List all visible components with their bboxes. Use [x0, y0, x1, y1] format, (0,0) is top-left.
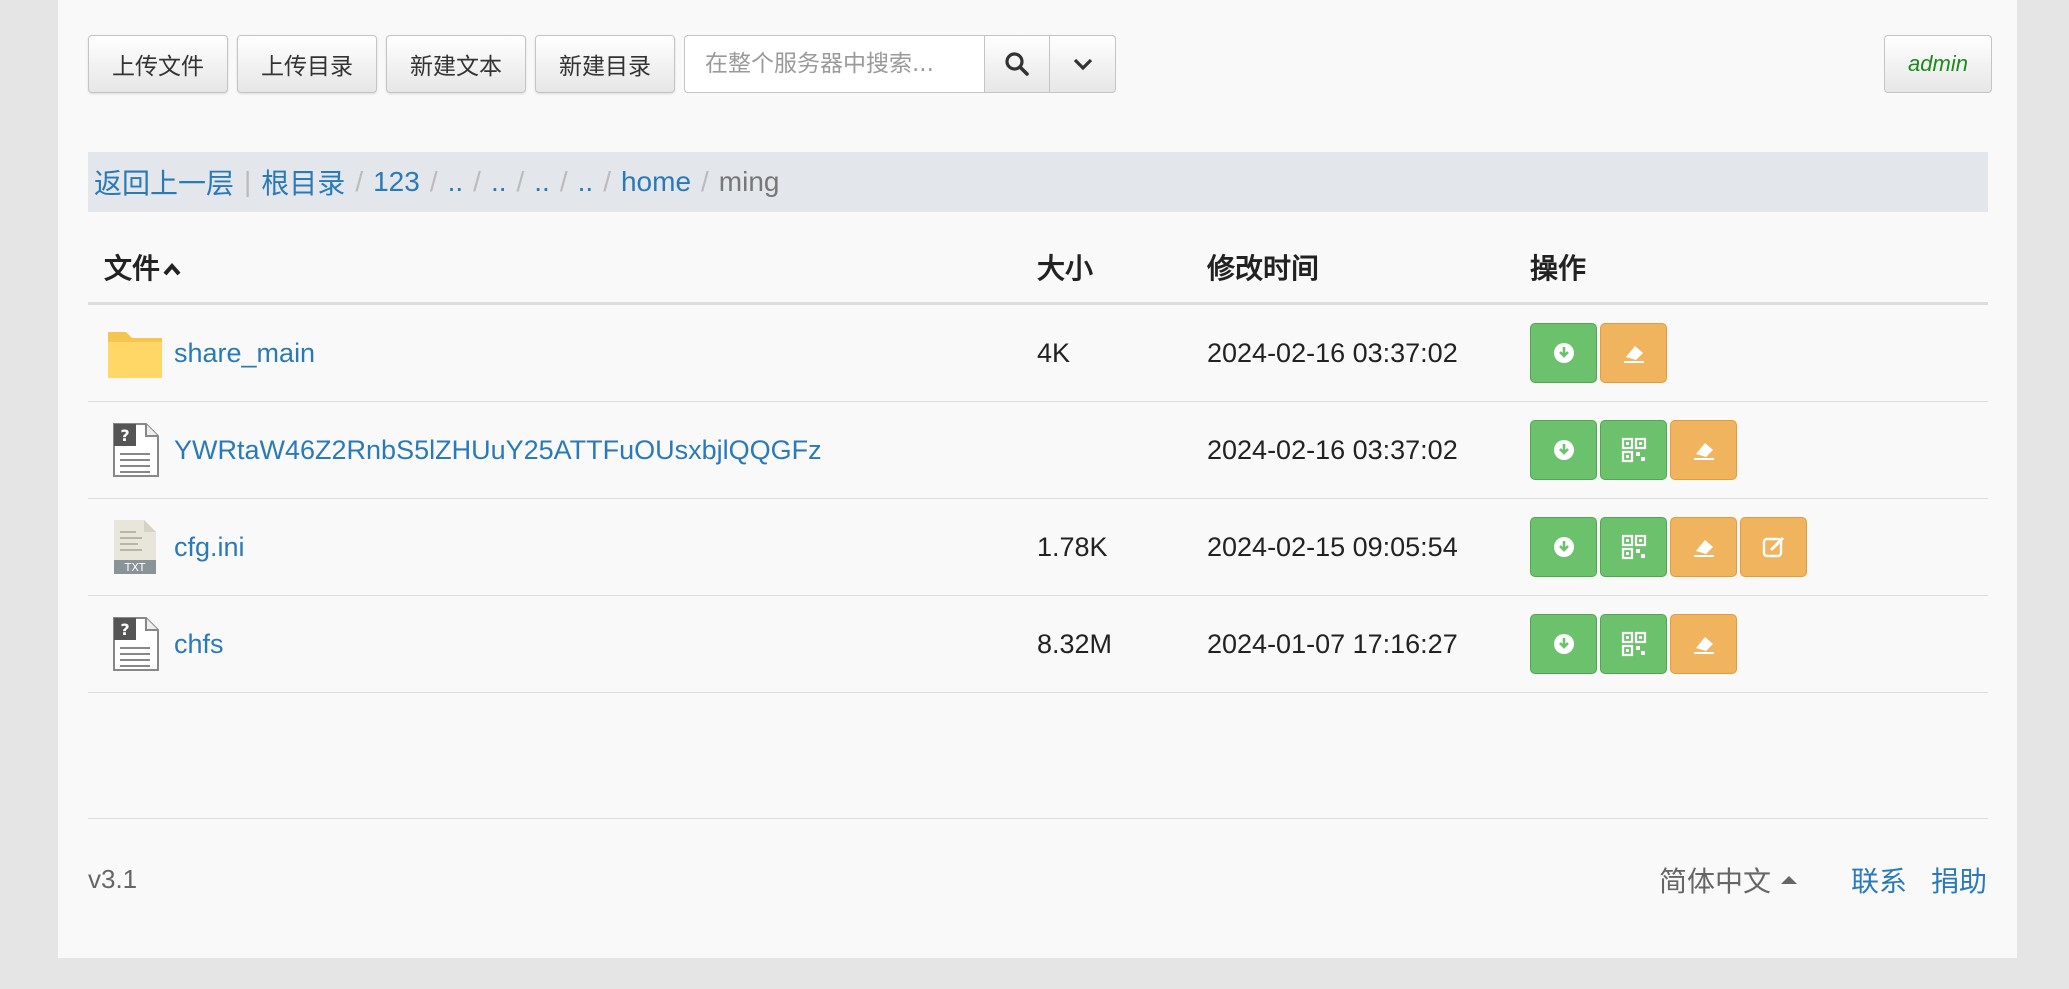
file-size: [1037, 401, 1207, 499]
breadcrumb-pipe: |: [244, 166, 252, 197]
chevron-down-icon: [1073, 58, 1092, 71]
breadcrumb-root-link[interactable]: 根目录: [261, 162, 345, 202]
table-row: ? YWRtaW46Z2RnbS5lZHUuY25ATTFuOUsxbjlQQG…: [88, 401, 1988, 499]
file-mtime: 2024-02-16 03:37:02: [1207, 303, 1530, 402]
language-selector[interactable]: 简体中文: [1659, 860, 1771, 900]
eraser-icon: [1693, 637, 1714, 654]
delete-button[interactable]: [1670, 614, 1737, 674]
download-icon: [1553, 343, 1574, 363]
breadcrumb-current: ming: [718, 166, 780, 197]
file-mtime: 2024-02-15 09:05:54: [1207, 498, 1530, 596]
qrcode-button[interactable]: [1600, 517, 1667, 577]
search-group: [684, 35, 1116, 93]
table-header-row: 文件 大小 修改时间 操作: [88, 232, 1988, 305]
download-icon: [1553, 537, 1574, 557]
column-header-mtime[interactable]: 修改时间: [1207, 232, 1530, 305]
breadcrumb-item-parent[interactable]: ..: [491, 166, 507, 198]
qrcode-icon: [1621, 631, 1646, 657]
main-panel: 上传文件 上传目录 新建文本 新建目录 admin 返回上一层 | 根目录 / …: [58, 0, 2017, 958]
file-mtime: 2024-01-07 17:16:27: [1207, 595, 1530, 693]
breadcrumb-item-parent[interactable]: ..: [578, 166, 594, 198]
column-header-name-label: 文件: [104, 252, 161, 285]
file-name-link[interactable]: share_main: [174, 338, 315, 369]
qrcode-icon: [1621, 534, 1646, 560]
breadcrumb-item-parent[interactable]: ..: [534, 166, 550, 198]
edit-icon: [1762, 536, 1784, 558]
download-button[interactable]: [1530, 323, 1597, 383]
breadcrumb-separator: /: [559, 166, 568, 197]
user-button[interactable]: admin: [1884, 35, 1992, 93]
svg-text:TXT: TXT: [124, 561, 146, 574]
breadcrumb-separator: /: [429, 166, 438, 197]
breadcrumb-separator: /: [603, 166, 611, 197]
download-button[interactable]: [1530, 420, 1597, 480]
column-header-size[interactable]: 大小: [1037, 232, 1207, 305]
table-row: share_main 4K 2024-02-16 03:37:02: [88, 303, 1988, 402]
column-header-ops: 操作: [1530, 232, 1988, 305]
table-row: ? chfs 8.32M 2024-01-07 17:16:27: [88, 595, 1988, 693]
eraser-icon: [1693, 443, 1714, 460]
sort-ascending-icon: [163, 262, 181, 276]
breadcrumb-separator: /: [516, 166, 525, 197]
breadcrumb: 返回上一层 | 根目录 / 123 / .. / .. / .. / .. / …: [88, 152, 1988, 212]
file-size: 8.32M: [1037, 595, 1207, 693]
search-options-dropdown[interactable]: [1050, 35, 1116, 93]
file-name-link[interactable]: YWRtaW46Z2RnbS5lZHUuY25ATTFuOUsxbjlQQGFz: [174, 435, 822, 466]
svg-text:?: ?: [120, 426, 129, 445]
edit-button[interactable]: [1740, 517, 1807, 577]
donate-link[interactable]: 捐助: [1931, 860, 1987, 900]
txt-file-icon: TXT: [106, 518, 164, 576]
version-label: v3.1: [88, 864, 138, 894]
footer-links: 简体中文 联系 捐助: [1659, 860, 1987, 900]
footer-divider: [88, 818, 1988, 819]
eraser-icon: [1623, 346, 1644, 363]
unknown-file-icon: ?: [106, 421, 164, 479]
svg-text:?: ?: [120, 620, 129, 639]
download-button[interactable]: [1530, 614, 1597, 674]
contact-link[interactable]: 联系: [1851, 860, 1907, 900]
unknown-file-icon: ?: [106, 615, 164, 673]
upload-directory-button[interactable]: 上传目录: [237, 35, 377, 93]
qrcode-button[interactable]: [1600, 420, 1667, 480]
delete-button[interactable]: [1670, 517, 1737, 577]
upload-file-button[interactable]: 上传文件: [88, 35, 228, 93]
search-button[interactable]: [984, 35, 1050, 93]
column-header-name[interactable]: 文件: [88, 232, 1037, 305]
table-row: TXT cfg.ini 1.78K 2024-02-15 09:05:54: [88, 498, 1988, 596]
delete-button[interactable]: [1600, 323, 1667, 383]
eraser-icon: [1693, 540, 1714, 557]
file-name-link[interactable]: chfs: [174, 629, 224, 660]
toolbar: 上传文件 上传目录 新建文本 新建目录: [88, 35, 1116, 93]
qrcode-icon: [1621, 437, 1646, 463]
qrcode-button[interactable]: [1600, 614, 1667, 674]
download-icon: [1553, 440, 1574, 460]
search-input[interactable]: [684, 35, 984, 93]
breadcrumb-item-home[interactable]: home: [621, 166, 691, 198]
file-table: 文件 大小 修改时间 操作 share_main 4K 2024-02-16 0…: [88, 232, 1988, 693]
file-name-link[interactable]: cfg.ini: [174, 532, 245, 563]
new-text-button[interactable]: 新建文本: [386, 35, 526, 93]
breadcrumb-item-parent[interactable]: ..: [448, 166, 464, 198]
new-directory-button[interactable]: 新建目录: [535, 35, 675, 93]
breadcrumb-back-link[interactable]: 返回上一层: [94, 162, 234, 202]
download-icon: [1553, 634, 1574, 654]
file-size: 4K: [1037, 303, 1207, 402]
breadcrumb-item-123[interactable]: 123: [373, 166, 420, 198]
file-mtime: 2024-02-16 03:37:02: [1207, 401, 1530, 499]
file-size: 1.78K: [1037, 498, 1207, 596]
delete-button[interactable]: [1670, 420, 1737, 480]
caret-up-icon: [1780, 876, 1797, 884]
breadcrumb-separator: /: [701, 166, 709, 197]
breadcrumb-separator: /: [355, 166, 364, 197]
breadcrumb-separator: /: [473, 166, 481, 197]
folder-icon: [106, 324, 164, 382]
download-button[interactable]: [1530, 517, 1597, 577]
search-icon: [1005, 52, 1029, 76]
